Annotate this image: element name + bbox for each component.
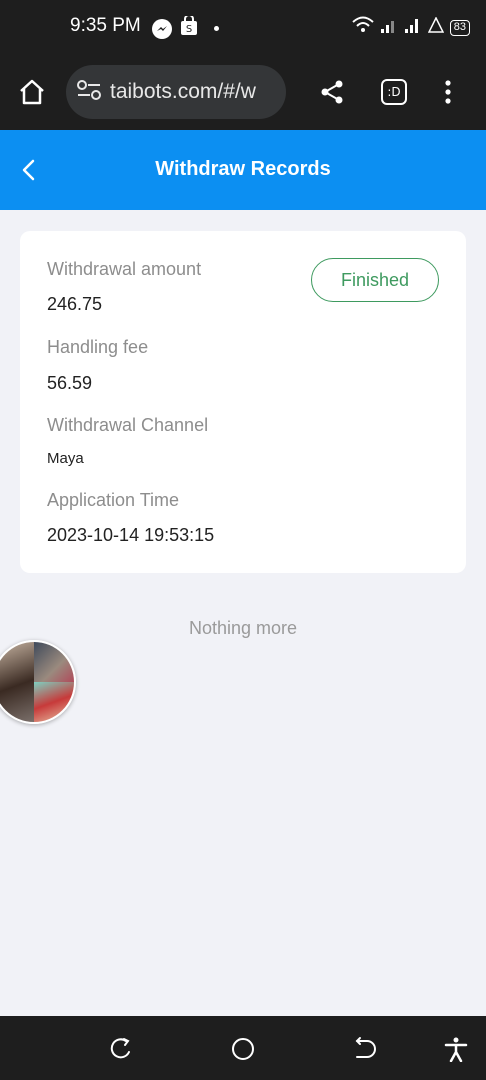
wifi-icon [352,16,374,39]
home-icon[interactable] [16,76,48,108]
withdrawal-channel-label: Withdrawal Channel [47,415,209,435]
chat-head-photo [34,682,74,722]
withdrawal-channel-value: Maya [47,450,84,467]
more-notifications-dot [214,26,219,31]
status-time: 9:35 PM [70,15,141,36]
address-bar[interactable]: taibots.com/#/w [66,65,286,119]
chat-head-photo [34,642,74,682]
alert-icon [427,16,444,38]
shop-icon: S [180,14,198,41]
application-time-value: 2023-10-14 19:53:15 [47,525,215,545]
back-icon[interactable] [352,1036,378,1062]
status-badge: Finished [311,258,439,302]
application-time-label: Application Time [47,490,180,510]
recents-icon[interactable] [108,1036,134,1062]
handling-fee-label: Handling fee [47,337,149,357]
browser-toolbar: taibots.com/#/w :D [0,54,486,130]
home-circle-icon[interactable] [230,1036,256,1062]
handling-fee-value: 56.59 [47,373,93,393]
accessibility-icon[interactable] [443,1036,469,1063]
notification-icons: S [152,14,219,41]
chat-head-photo [0,642,34,722]
tab-switcher-button[interactable]: :D [381,79,407,105]
more-menu-icon[interactable] [438,78,458,106]
status-bar: 9:35 PM S 83 [0,0,486,54]
withdraw-record-card: Withdrawal amount 246.75 Handling fee 56… [20,231,466,573]
system-icons: 83 [352,16,470,39]
chat-head-bubble[interactable] [0,640,76,724]
share-icon[interactable] [318,78,346,106]
messenger-icon [152,18,172,39]
signal-icon [380,16,398,39]
list-end-text: Nothing more [188,618,298,638]
withdrawal-amount-value: 246.75 [47,294,103,314]
svg-text:S: S [186,24,192,35]
system-nav-bar [0,1016,486,1080]
battery-icon: 83 [449,19,470,36]
page-title: Withdraw Records [155,158,331,180]
signal-icon [404,16,422,39]
url-text: taibots.com/#/w [110,80,256,103]
app-header: Withdraw Records [0,130,486,210]
site-settings-icon[interactable] [76,78,102,107]
withdrawal-amount-label: Withdrawal amount [47,259,202,279]
